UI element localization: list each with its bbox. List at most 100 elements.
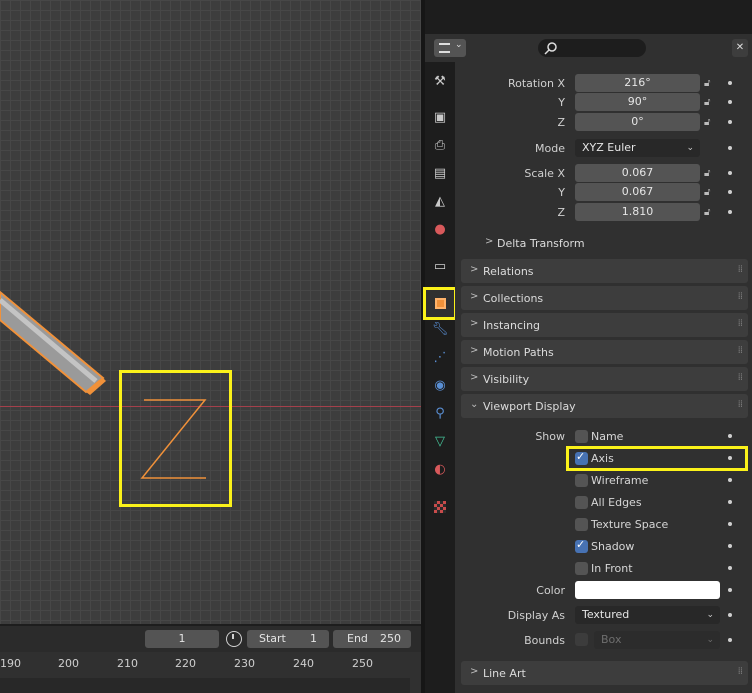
scale-y-field[interactable]: 0.067: [575, 183, 700, 201]
drag-handle-icon[interactable]: ⁞⁞: [738, 318, 743, 329]
tick-label: 240: [293, 657, 314, 670]
particles-icon[interactable]: ⋰: [432, 350, 448, 366]
display-as-dropdown[interactable]: Textured ⌄: [575, 606, 720, 624]
end-label: End: [347, 632, 368, 645]
physics-icon[interactable]: ◉: [432, 378, 448, 394]
constraints-icon[interactable]: ⚲: [432, 406, 448, 422]
panel-visibility[interactable]: > Visibility ⁞⁞: [461, 367, 748, 391]
texture-icon[interactable]: [432, 499, 448, 515]
chevron-right-icon: >: [470, 372, 479, 383]
collection-icon[interactable]: ▭: [432, 259, 448, 275]
output-icon[interactable]: ⎙: [432, 138, 448, 154]
keyframe-dot[interactable]: [728, 566, 732, 570]
search-icon: [544, 42, 557, 55]
panel-instancing[interactable]: > Instancing ⁞⁞: [461, 313, 748, 337]
render-icon[interactable]: ▣: [432, 110, 448, 126]
keyframe-dot[interactable]: [728, 434, 732, 438]
chevron-down-icon: ⌄: [455, 40, 463, 50]
drag-handle-icon[interactable]: ⁞⁞: [738, 399, 743, 410]
lock-icon[interactable]: 🔓︎: [704, 207, 718, 219]
rotation-z-field[interactable]: 0°: [575, 113, 700, 131]
drag-handle-icon[interactable]: ⁞⁞: [738, 372, 743, 383]
data-icon[interactable]: ▽: [432, 434, 448, 450]
scale-x-field[interactable]: 0.067: [575, 164, 700, 182]
keyframe-dot[interactable]: [728, 210, 732, 214]
world-icon[interactable]: ●: [432, 222, 448, 238]
current-frame-field[interactable]: 1: [145, 630, 219, 648]
drag-handle-icon[interactable]: ⁞⁞: [738, 345, 743, 356]
scale-z-field[interactable]: 1.810: [575, 203, 700, 221]
rotation-y-label: Y: [558, 96, 565, 109]
timeline-ruler[interactable]: 190 200 210 220 230 240 250: [0, 652, 421, 693]
editor-type-button[interactable]: ⌄: [434, 39, 466, 57]
keyframe-dot[interactable]: [728, 522, 732, 526]
lock-icon[interactable]: 🔓︎: [704, 117, 718, 129]
lock-icon[interactable]: 🔓︎: [704, 168, 718, 180]
rotation-x-field[interactable]: 216°: [575, 74, 700, 92]
texture-space-checkbox[interactable]: [575, 518, 588, 531]
in-front-checkbox[interactable]: [575, 562, 588, 575]
view-layer-icon[interactable]: ▤: [432, 166, 448, 182]
name-checkbox[interactable]: [575, 430, 588, 443]
bounds-checkbox[interactable]: [575, 633, 588, 646]
end-frame-field[interactable]: End 250: [333, 630, 411, 648]
keyframe-dot[interactable]: [728, 613, 732, 617]
keyframe-dot[interactable]: [728, 500, 732, 504]
bounds-dropdown[interactable]: Box ⌄: [594, 631, 720, 649]
keyframe-dot[interactable]: [728, 588, 732, 592]
lock-icon[interactable]: 🔓︎: [704, 187, 718, 199]
lock-icon[interactable]: 🔓︎: [704, 97, 718, 109]
start-frame-field[interactable]: Start 1: [247, 630, 329, 648]
display-as-value: Textured: [582, 608, 630, 621]
scene-icon[interactable]: ◭: [432, 194, 448, 210]
color-swatch[interactable]: [575, 581, 720, 599]
rotation-mode-dropdown[interactable]: XYZ Euler ⌄: [575, 139, 700, 157]
color-label: Color: [536, 584, 565, 597]
wireframe-checkbox[interactable]: [575, 474, 588, 487]
tick-label: 190: [0, 657, 21, 670]
stopwatch-icon[interactable]: [226, 631, 242, 647]
keyframe-dot[interactable]: [728, 100, 732, 104]
panel-collections[interactable]: > Collections ⁞⁞: [461, 286, 748, 310]
lock-icon[interactable]: 🔓︎: [704, 78, 718, 90]
rotation-x-label: Rotation X: [507, 77, 565, 90]
scale-y-label: Y: [558, 186, 565, 199]
keyframe-dot[interactable]: [728, 120, 732, 124]
keyframe-dot[interactable]: [728, 171, 732, 175]
shadow-checkbox[interactable]: [575, 538, 588, 553]
material-icon[interactable]: ◐: [432, 462, 448, 478]
drag-handle-icon[interactable]: ⁞⁞: [738, 291, 743, 302]
scale-x-label: Scale X: [524, 167, 565, 180]
texture-space-label: Texture Space: [591, 518, 669, 531]
keyframe-dot[interactable]: [728, 478, 732, 482]
highlight-object-tab: [423, 287, 457, 320]
panel-motion-paths[interactable]: > Motion Paths ⁞⁞: [461, 340, 748, 364]
panel-viewport-display[interactable]: ⌄ Viewport Display ⁞⁞: [461, 394, 748, 418]
tick-label: 250: [352, 657, 373, 670]
keyframe-dot[interactable]: [728, 190, 732, 194]
keyframe-dot[interactable]: [728, 81, 732, 85]
3d-viewport[interactable]: [0, 0, 421, 624]
keyframe-dot[interactable]: [728, 146, 732, 150]
tool-icon[interactable]: ⚒: [432, 74, 448, 90]
pin-button[interactable]: ✕: [732, 39, 748, 57]
delta-transform-subpanel[interactable]: > Delta Transform: [474, 236, 744, 252]
drag-handle-icon[interactable]: ⁞⁞: [738, 666, 743, 677]
panel-relations[interactable]: > Relations ⁞⁞: [461, 259, 748, 283]
highlight-axis-option: [566, 446, 748, 471]
properties-top-area: [425, 0, 752, 34]
panel-title: Motion Paths: [483, 346, 554, 359]
all-edges-label: All Edges: [591, 496, 642, 509]
search-input[interactable]: [538, 39, 646, 57]
drag-handle-icon[interactable]: ⁞⁞: [738, 264, 743, 275]
chevron-right-icon: >: [485, 236, 494, 247]
rotation-z-label: Z: [557, 116, 565, 129]
panel-title: Collections: [483, 292, 544, 305]
panel-line-art[interactable]: > Line Art ⁞⁞: [461, 661, 748, 685]
modifier-icon[interactable]: 🔧︎: [432, 322, 449, 338]
keyframe-dot[interactable]: [728, 544, 732, 548]
rotation-y-field[interactable]: 90°: [575, 93, 700, 111]
tick-label: 210: [117, 657, 138, 670]
keyframe-dot[interactable]: [728, 638, 732, 642]
all-edges-checkbox[interactable]: [575, 496, 588, 509]
